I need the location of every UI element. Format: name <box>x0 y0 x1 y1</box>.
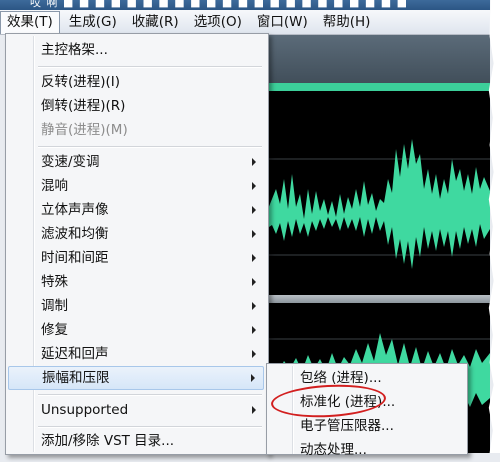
menu-generate[interactable]: 生成(G) <box>63 11 123 33</box>
menu-item-label: Unsupported <box>41 402 129 418</box>
menu-item-label: 滤波和均衡 <box>41 226 109 242</box>
menu-item-mastering-rack[interactable]: 主控格架... <box>8 38 264 62</box>
timeline-gap <box>266 91 490 119</box>
menu-item-reverse[interactable]: 倒转(进程)(R) <box>8 94 264 118</box>
menu-item-amplitude-compression[interactable]: 振幅和压限 <box>8 366 264 390</box>
menu-item-invert[interactable]: 反转(进程)(I) <box>8 70 264 94</box>
submenu-arrow-icon <box>252 182 256 190</box>
submenu-arrow-icon <box>252 302 256 310</box>
menu-item-time-spacing[interactable]: 时间和间距 <box>8 246 264 270</box>
menu-item-label: 立体声声像 <box>41 202 109 218</box>
menu-divider <box>38 66 262 68</box>
submenu-arrow-icon <box>252 278 256 286</box>
submenu-arrow-icon <box>252 326 256 334</box>
submenu-arrow-icon <box>252 158 256 166</box>
waveform-channel-left[interactable] <box>266 119 490 295</box>
menu-options[interactable]: 选项(O) <box>188 11 248 33</box>
menu-item-special[interactable]: 特殊 <box>8 270 264 294</box>
menu-effects[interactable]: 效果(T) <box>0 11 60 34</box>
menu-item-modulation[interactable]: 调制 <box>8 294 264 318</box>
submenu-arrow-icon <box>252 254 256 262</box>
menu-item-label: 振幅和压限 <box>42 370 110 386</box>
menu-favorites[interactable]: 收藏(R) <box>126 11 185 33</box>
menu-item-label: 变速/变调 <box>41 154 100 170</box>
menu-item-delay-echo[interactable]: 延迟和回声 <box>8 342 264 366</box>
menu-item-filter-eq[interactable]: 滤波和均衡 <box>8 222 264 246</box>
overview-band <box>266 35 490 91</box>
menu-item-restoration[interactable]: 修复 <box>8 318 264 342</box>
menu-item-label: 修复 <box>41 322 68 338</box>
submenu-item-dynamics-processing[interactable]: 动态处理... <box>269 438 463 462</box>
menu-help[interactable]: 帮助(H) <box>317 11 377 33</box>
menu-window[interactable]: 窗口(W) <box>251 11 314 33</box>
menu-item-label: 延迟和回声 <box>41 346 109 362</box>
menu-item-reverb[interactable]: 混响 <box>8 174 264 198</box>
channel-divider <box>266 295 490 303</box>
menu-item-label: 特殊 <box>41 274 68 290</box>
submenu-arrow-icon <box>252 230 256 238</box>
submenu-arrow-icon <box>251 374 255 382</box>
menu-divider <box>38 426 262 428</box>
submenu-arrow-icon <box>252 406 256 414</box>
menu-divider <box>38 394 262 396</box>
menu-item-silence: 静音(进程)(M) <box>41 122 128 138</box>
waveform-left-graphic <box>266 139 490 269</box>
effects-dropdown-menu: 主控格架... 反转(进程)(I) 倒转(进程)(R) 静音(进程)(M) 变速… <box>5 33 269 455</box>
overview-range-bar <box>266 83 490 91</box>
menu-bar: 效果(T) 生成(G) 收藏(R) 选项(O) 窗口(W) 帮助(H) <box>0 10 490 35</box>
menu-item-time-pitch[interactable]: 变速/变调 <box>8 150 264 174</box>
submenu-arrow-icon <box>252 206 256 214</box>
menu-item-label: 混响 <box>41 178 68 194</box>
window-title: 哎 啊 ■ ■ ■ ■ ■ ■ ■ ■ ■ ■ ■ ■ ■ ■ ■ ■ ■ ■ … <box>30 0 409 9</box>
window-title-bar: 哎 啊 ■ ■ ■ ■ ■ ■ ■ ■ ■ ■ ■ ■ ■ ■ ■ ■ ■ ■ … <box>0 0 490 10</box>
menu-item-stereo-imagery[interactable]: 立体声声像 <box>8 198 264 222</box>
menu-item-label: 时间和间距 <box>41 250 109 266</box>
menu-item-add-remove-vst[interactable]: 添加/移除 VST 目录... <box>8 429 264 453</box>
submenu-item-tube-compressor[interactable]: 电子管压限器... <box>269 414 463 438</box>
menu-item-unsupported[interactable]: Unsupported <box>8 398 264 422</box>
menu-item-label: 调制 <box>41 298 68 314</box>
menu-divider <box>38 146 262 148</box>
submenu-arrow-icon <box>252 350 256 358</box>
